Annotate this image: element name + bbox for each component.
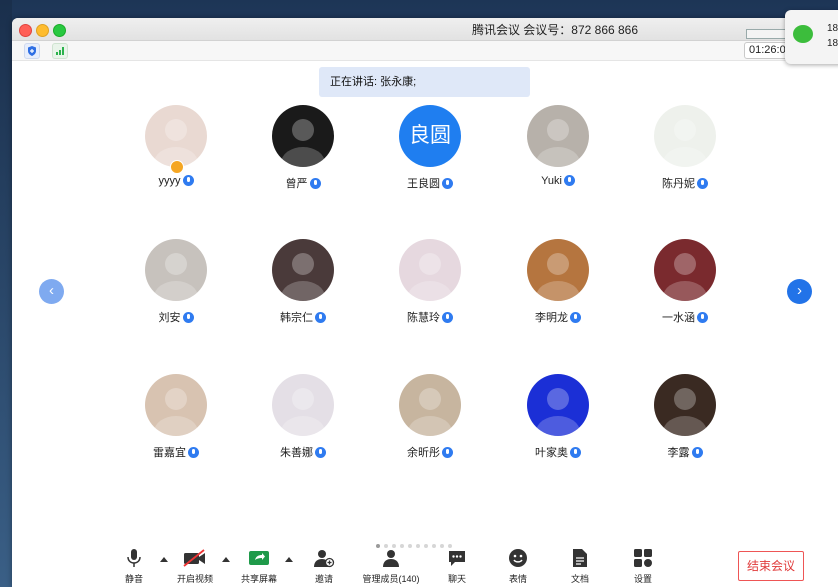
speaking-banner: 正在讲话: 张永康; — [319, 67, 530, 97]
mic-status-icon — [570, 447, 581, 458]
wechat-icon — [793, 25, 813, 43]
mic-status-icon — [570, 312, 581, 323]
participant-name-text: 朱善娜 — [280, 447, 313, 459]
participant-name: 刘安 — [116, 309, 236, 325]
participant-avatar — [272, 374, 334, 436]
participant-avatar — [399, 374, 461, 436]
mic-status-icon — [182, 175, 194, 186]
participant-avatar — [527, 374, 589, 436]
participant-name-text: 一水涵 — [662, 312, 695, 324]
participant-name-text: 陈丹妮 — [662, 178, 695, 190]
participant-name-text: Yuki — [541, 175, 562, 187]
mute-options-caret[interactable] — [160, 557, 168, 562]
participant-name-text: 李露 — [667, 447, 690, 459]
participant-avatar — [272, 105, 334, 167]
title-bar: 腾讯会议 会议号：872 866 866 — [12, 18, 838, 41]
settings-icon — [634, 549, 652, 567]
participant-name: 陈丹妮 — [625, 175, 745, 191]
participant-name: 曾严 — [243, 175, 363, 191]
participant-avatar — [145, 239, 207, 301]
window-title: 腾讯会议 会议号：872 866 866 — [471, 23, 639, 37]
mic-status-icon — [697, 312, 708, 323]
participant-avatar — [527, 105, 589, 167]
participant-avatar — [272, 239, 334, 301]
participant-name: 李明龙 — [498, 309, 618, 325]
mic-status-icon — [309, 178, 321, 189]
video-options-caret[interactable] — [222, 557, 230, 562]
prev-page-icon[interactable]: ‹ — [39, 279, 64, 304]
participant-avatar — [527, 239, 589, 301]
participant-name-text: 刘安 — [158, 312, 181, 324]
participant-avatar — [399, 239, 461, 301]
share-options-caret[interactable] — [285, 557, 293, 562]
participant-name-text: 韩宗仁 — [280, 312, 313, 324]
chat-button[interactable]: 聊天 — [445, 548, 469, 587]
participant-name-text: 曾严 — [285, 178, 308, 190]
participant-name: 韩宗仁 — [243, 309, 363, 325]
start-video-button[interactable]: 开启视频 — [175, 548, 215, 587]
participant-name-text: 陈慧玲 — [407, 312, 440, 324]
signal-icon[interactable] — [52, 43, 68, 59]
invite-button[interactable]: 邀请 — [312, 548, 336, 587]
participant-name-text: 余昕彤 — [407, 447, 440, 459]
mic-status-icon — [315, 312, 326, 323]
participant-name: 余昕彤 — [370, 444, 490, 460]
share-screen-button[interactable]: 共享屏幕 — [237, 548, 281, 587]
participant-name: 李露 — [625, 444, 745, 460]
participant-name: 朱善娜 — [243, 444, 363, 460]
desktop-background — [0, 0, 12, 587]
participant-name-text: 李明龙 — [535, 312, 568, 324]
participant-name: 一水涵 — [625, 309, 745, 325]
participant-name: 雷嘉宜 — [116, 444, 236, 460]
participant-avatar — [654, 105, 716, 167]
participant-avatar — [654, 374, 716, 436]
participant-name-text: 王良圆 — [407, 178, 440, 190]
participant-name-text: yyyy — [158, 175, 181, 187]
mic-status-icon — [315, 447, 326, 458]
participant-avatar — [145, 105, 207, 167]
mic-status-icon — [563, 175, 575, 186]
documents-button[interactable]: 文档 — [568, 548, 592, 587]
participant-name: 陈慧玲 — [370, 309, 490, 325]
manage-members-button[interactable]: 管理成员(140) — [361, 548, 421, 587]
participant-name: 叶家奥 — [498, 444, 618, 460]
meeting-toolbar: 静音 开启视频 共享屏幕 邀请 管理成员(140) 聊天 表情 文档 设置 — [12, 548, 838, 587]
share-screen-icon — [249, 551, 269, 565]
next-page-icon[interactable]: › — [787, 279, 812, 304]
mic-status-icon — [182, 312, 194, 323]
meeting-timer: 01:26:0 — [744, 42, 791, 59]
participant-avatar — [654, 239, 716, 301]
mic-status-icon — [442, 178, 453, 189]
page-indicator — [376, 535, 456, 548]
emoji-button[interactable]: 表情 — [506, 548, 530, 587]
meeting-window: 腾讯会议 会议号：872 866 866 01:26:0 正在讲话: 张永康; … — [12, 18, 838, 587]
participant-name-text: 雷嘉宜 — [153, 447, 186, 459]
mute-button[interactable]: 静音 — [120, 548, 148, 587]
participant-name: 王良圆 — [370, 175, 490, 191]
host-badge-icon — [170, 160, 184, 174]
mic-status-icon — [697, 178, 708, 189]
meeting-info-bar: 01:26:0 — [12, 41, 838, 61]
invite-icon — [314, 550, 335, 568]
participant-name: Yuki — [498, 175, 618, 187]
participant-avatar — [145, 374, 207, 436]
participant-name: yyyy — [116, 175, 236, 187]
settings-button[interactable]: 设置 — [631, 548, 655, 587]
microphone-icon — [127, 549, 141, 567]
wechat-notification[interactable]: 18 18 — [785, 10, 838, 64]
end-meeting-button[interactable]: 结束会议 — [738, 551, 804, 581]
mic-status-icon — [188, 447, 199, 458]
document-icon — [573, 549, 587, 567]
mic-status-icon — [442, 312, 453, 323]
mic-status-icon — [442, 447, 453, 458]
shield-icon[interactable] — [24, 43, 40, 59]
video-off-icon — [183, 549, 205, 567]
members-icon — [383, 550, 399, 567]
mic-status-icon — [691, 447, 703, 458]
emoji-icon — [509, 549, 527, 567]
chat-icon — [449, 551, 465, 566]
participant-name-text: 叶家奥 — [535, 447, 568, 459]
participant-avatar: 良圆 — [399, 105, 461, 167]
